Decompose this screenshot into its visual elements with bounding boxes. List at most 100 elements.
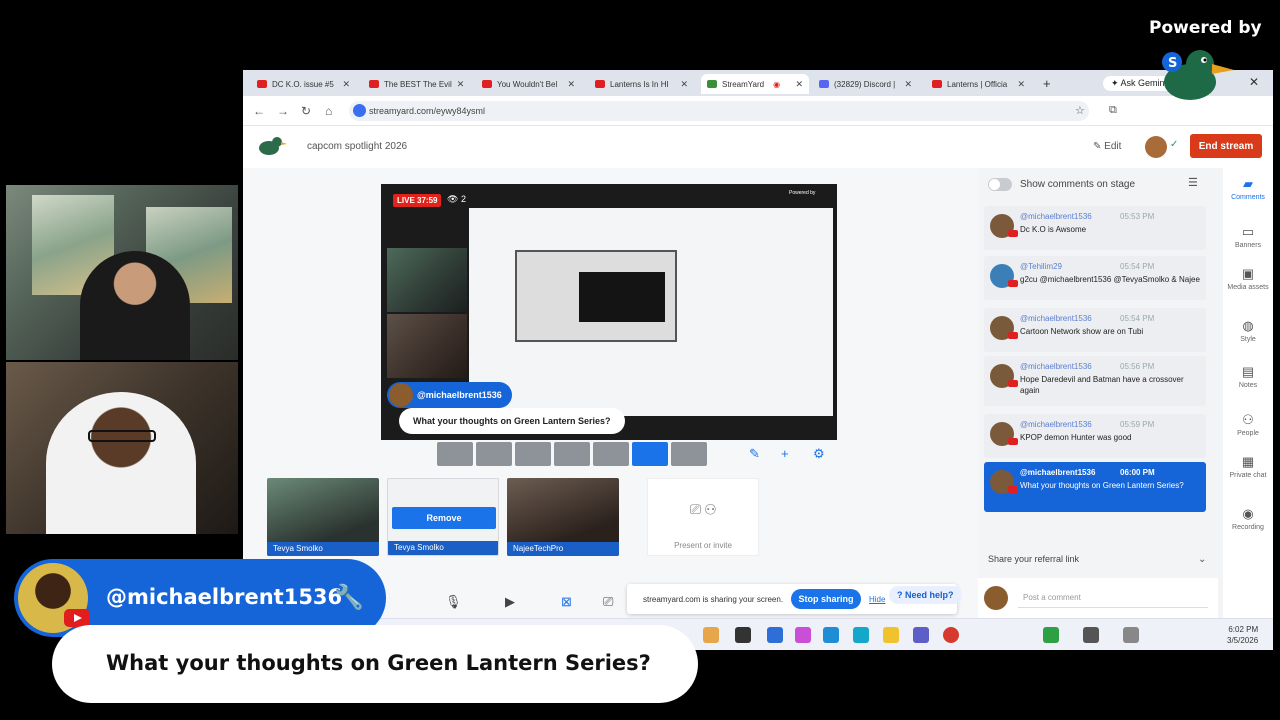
participant-name: Tevya Smolko <box>267 542 379 556</box>
close-icon[interactable]: ✕ <box>342 79 350 90</box>
remove-button[interactable]: Remove <box>392 507 496 529</box>
comment-item[interactable]: @michaelbrent1536 05:54 PM Cartoon Netwo… <box>984 308 1206 352</box>
layout-selector <box>437 442 727 466</box>
close-icon[interactable]: ✕ <box>1017 79 1025 90</box>
tray-icon[interactable] <box>1083 627 1099 643</box>
browser-tab[interactable]: The BEST The Evil ✕ <box>363 74 468 94</box>
app-icon[interactable] <box>735 627 751 643</box>
svg-text:S: S <box>1168 56 1177 71</box>
teams-icon[interactable] <box>913 627 929 643</box>
close-icon[interactable]: ✕ <box>680 79 688 90</box>
youtube-icon <box>1008 332 1018 339</box>
bookmark-star-icon[interactable]: ☆ <box>1075 104 1085 117</box>
tool-style[interactable]: ◍ Style <box>1223 318 1273 343</box>
participant-tile[interactable]: Tevya Smolko <box>267 478 379 556</box>
store-icon[interactable] <box>767 627 783 643</box>
tray-icon[interactable] <box>1043 627 1059 643</box>
url-field[interactable]: streamyard.com/eywy84ysml <box>349 101 1089 121</box>
comment-item[interactable]: @michaelbrent1536 05:53 PM Dc K.O is Aws… <box>984 206 1206 250</box>
layout-solo-button[interactable] <box>437 442 473 466</box>
show-comments-toggle[interactable] <box>988 178 1012 191</box>
chevron-down-icon[interactable]: ⌄ <box>1198 554 1206 565</box>
youtube-icon <box>482 80 492 88</box>
browser-tab[interactable]: (32829) Discord | ✕ <box>813 74 918 94</box>
chrome-icon[interactable] <box>943 627 959 643</box>
clock[interactable]: 6:02 PM 3/5/2026 <box>1227 624 1258 646</box>
reload-icon[interactable]: ↻ <box>301 104 311 118</box>
tool-media-assets[interactable]: ▣ Media assets <box>1223 266 1273 291</box>
tool-comments[interactable]: ▰ Comments <box>1223 176 1273 201</box>
tool-people[interactable]: ⚇ People <box>1223 412 1273 437</box>
tool-private-chat[interactable]: ▦ Private chat <box>1223 454 1273 479</box>
browser-tab[interactable]: DC K.O. issue #5 ✕ <box>251 74 356 94</box>
browser-tab[interactable]: You Wouldn't Bel ✕ <box>476 74 581 94</box>
pencil-icon[interactable]: ✎ <box>749 446 760 462</box>
shared-screen <box>469 208 833 416</box>
layout-more-button[interactable] <box>671 442 707 466</box>
tool-notes[interactable]: ▤ Notes <box>1223 364 1273 389</box>
preview-name-banner: @michaelbrent1536 <box>387 382 512 408</box>
layout-leader-button[interactable] <box>554 442 590 466</box>
folder-icon[interactable] <box>883 627 899 643</box>
youtube-icon <box>595 80 605 88</box>
comment-item[interactable]: @michaelbrent1536 05:59 PM KPOP demon Hu… <box>984 414 1206 458</box>
participant-tile[interactable]: Remove Tevya Smolko <box>387 478 499 556</box>
browser-tab[interactable]: Lanterns Is In HI ✕ <box>589 74 694 94</box>
youtube-icon <box>1008 230 1018 237</box>
account-avatar[interactable] <box>1145 136 1167 158</box>
nested-preview <box>515 250 677 342</box>
app-icon[interactable] <box>823 627 839 643</box>
stop-sharing-button[interactable]: Stop sharing <box>791 589 861 609</box>
layout-sidebar-button[interactable] <box>632 442 668 466</box>
comment-item[interactable]: @Tehilim29 05:54 PM g2cu @michaelbrent15… <box>984 256 1206 300</box>
edge-icon[interactable] <box>853 627 869 643</box>
site-info-icon[interactable] <box>353 104 366 117</box>
present-icon[interactable]: ⎚ <box>603 594 613 610</box>
tab-bar: DC K.O. issue #5 ✕ The BEST The Evil ✕ You… <box>243 70 1273 96</box>
browser-tab-active[interactable]: StreamYard ◉ ✕ <box>701 74 809 94</box>
preview-powered-by: Powered by <box>789 190 816 196</box>
close-icon[interactable]: ✕ <box>567 79 575 90</box>
need-help-button[interactable]: ? Need help? <box>889 586 962 604</box>
referral-link-label[interactable]: Share your referral link <box>988 554 1079 564</box>
comment-question-banner: What your thoughts on Green Lantern Seri… <box>52 625 698 703</box>
tool-banners[interactable]: ▭ Banners <box>1223 224 1273 249</box>
hide-link[interactable]: Hide <box>869 595 885 604</box>
close-icon[interactable]: ✕ <box>457 79 465 90</box>
filter-icon[interactable]: ☰ <box>1188 176 1198 189</box>
edit-button[interactable]: ✎ Edit <box>1093 141 1121 152</box>
layout-screen-button[interactable] <box>593 442 629 466</box>
close-icon[interactable]: ✕ <box>795 79 803 90</box>
close-icon[interactable]: ✕ <box>904 79 912 90</box>
present-or-invite-tile[interactable]: ⎚ ⚇ Present or invite <box>647 478 759 556</box>
comment-item[interactable]: @michaelbrent1536 05:56 PM Hope Daredevi… <box>984 356 1206 406</box>
end-stream-button[interactable]: End stream <box>1190 134 1262 158</box>
post-comment-input[interactable]: Post a comment <box>1018 588 1208 608</box>
app-icon[interactable] <box>703 627 719 643</box>
back-icon[interactable]: ← <box>253 104 265 118</box>
screen-share-icon[interactable]: ⊠ <box>561 594 572 610</box>
forward-icon[interactable]: → <box>277 104 289 118</box>
webcam-feed-top <box>6 185 238 360</box>
camera-icon[interactable]: ▶ <box>505 594 515 610</box>
show-comments-toggle-row: Show comments on stage <box>988 176 1218 196</box>
microphone-icon[interactable]: 🎙 <box>445 594 462 610</box>
copilot-icon[interactable] <box>795 627 811 643</box>
browser-tab[interactable]: Lanterns | Officia ✕ <box>926 74 1031 94</box>
comment-item-on-stage[interactable]: @michaelbrent1536 06:00 PM What your tho… <box>984 462 1206 512</box>
broadcast-title[interactable]: capcom spotlight 2026 <box>307 141 407 152</box>
extensions-icon[interactable]: ⧉ <box>1109 104 1117 117</box>
tray-icon[interactable] <box>1123 627 1139 643</box>
layout-group2-button[interactable] <box>515 442 551 466</box>
record-icon: ◉ <box>1242 506 1254 521</box>
settings-gear-icon[interactable]: ⚙ <box>813 446 825 462</box>
participant-tile[interactable]: NajeeTechPro <box>507 478 619 556</box>
window-close-icon[interactable]: ✕ <box>1249 75 1259 89</box>
chat-icon: ▦ <box>1241 454 1255 469</box>
add-icon[interactable]: + <box>781 446 789 461</box>
layout-group-button[interactable] <box>476 442 512 466</box>
youtube-icon <box>932 80 942 88</box>
new-tab-icon[interactable]: + <box>1043 76 1051 91</box>
tool-recording[interactable]: ◉ Recording <box>1223 506 1273 531</box>
home-icon[interactable]: ⌂ <box>325 104 332 118</box>
